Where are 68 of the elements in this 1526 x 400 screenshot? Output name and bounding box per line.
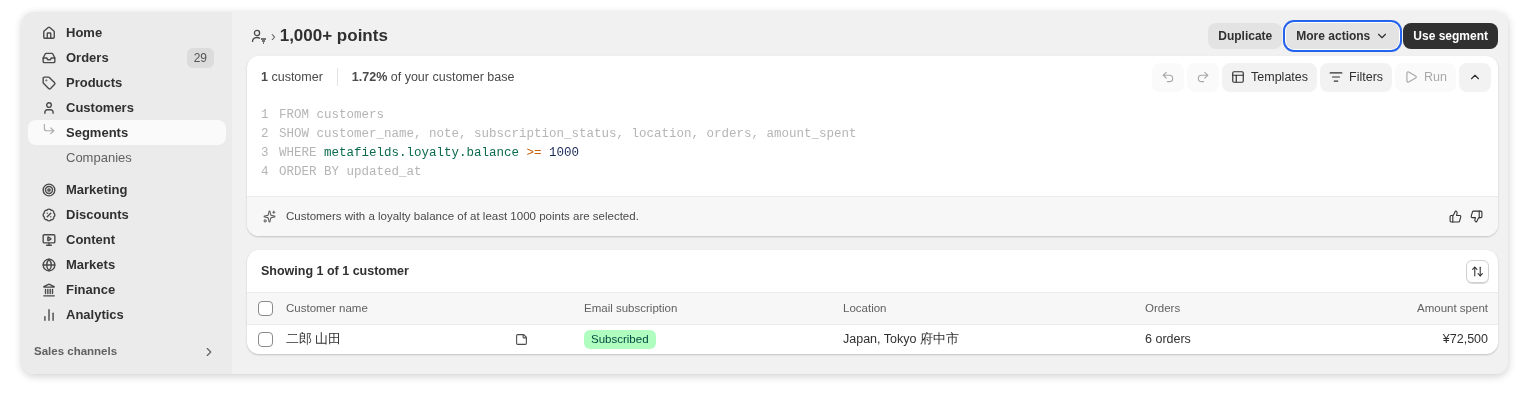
column-header: Customer name: [286, 300, 369, 316]
bank-icon: [42, 282, 56, 297]
line-number: 2: [261, 126, 270, 143]
nav-item[interactable]: Discounts: [28, 202, 226, 227]
percent-badge-icon: [42, 207, 56, 222]
column-header: Email subscription: [584, 300, 679, 316]
monitor-icon: [42, 232, 56, 247]
template-icon: [1231, 70, 1246, 84]
play-icon: [1404, 70, 1419, 84]
code-line: FROM customers: [279, 107, 385, 124]
sort-icon: [1471, 264, 1484, 278]
bar-chart-icon: [42, 307, 56, 322]
checkbox[interactable]: [258, 301, 273, 316]
count-badge: 29: [186, 47, 214, 68]
status-badge: Subscribed: [584, 329, 656, 350]
nav-item[interactable]: Products: [28, 70, 226, 95]
redo-icon: [1196, 70, 1211, 84]
connector-icon: [42, 121, 56, 136]
nav-item[interactable]: Home: [28, 20, 226, 45]
column-header: Orders: [1145, 300, 1182, 316]
table-cell-text: Japan, Tokyo 府中市: [843, 331, 960, 349]
person-icon: [42, 100, 56, 115]
code-line: SHOW customer_name, note, subscription_status, location, orders, amount_spent: [279, 126, 857, 143]
action-button[interactable]: Duplicate: [1208, 23, 1283, 49]
explanation-text: Customers with a loyalty balance of at least 1000 points are selected.: [286, 208, 639, 224]
filter-icon: [1329, 70, 1344, 84]
code-line: WHERE metafields.loyalty.balance >= 1000: [279, 145, 580, 162]
sparkle-icon: [263, 210, 276, 223]
column-header: Amount spent: [1417, 300, 1488, 316]
nav-item[interactable]: Markets: [28, 252, 226, 277]
table-cell-text: 二郎 山田: [286, 331, 342, 349]
nav-item[interactable]: Content: [28, 227, 226, 252]
inbox-icon: [42, 50, 56, 65]
nav-item[interactable]: Customers: [28, 95, 226, 120]
target-icon: [42, 182, 56, 197]
tag-icon: [42, 75, 56, 90]
nav-subitem[interactable]: Segments: [28, 120, 226, 145]
section-header[interactable]: Sales channels: [28, 343, 226, 361]
line-number: 3: [261, 145, 270, 162]
person-filter-icon: [251, 28, 267, 44]
table-cell-text: ¥72,500: [1442, 331, 1488, 349]
nav-item[interactable]: Analytics: [28, 302, 226, 327]
action-button[interactable]: More actions: [1286, 23, 1400, 49]
table-row[interactable]: 二郎 山田 Subscribed Japan, Tokyo 府中市 6 orders ¥72,500: [247, 325, 1498, 354]
nav-item[interactable]: Orders 29: [28, 45, 226, 70]
toolbar-button[interactable]: Filters: [1320, 62, 1393, 92]
thumbs-up-icon[interactable]: [1449, 210, 1462, 223]
globe-icon: [42, 257, 56, 272]
action-button[interactable]: Use segment: [1403, 23, 1498, 49]
table-cell-text: 6 orders: [1145, 331, 1192, 349]
breadcrumb-separator: ›: [271, 26, 276, 46]
column-header: Location: [843, 300, 888, 316]
nav-item[interactable]: Marketing: [28, 177, 226, 202]
undo-icon: [1161, 70, 1176, 84]
page-title: 1,000+ points: [279, 25, 388, 48]
thumbs-down-icon[interactable]: [1470, 210, 1483, 223]
checkbox[interactable]: [258, 332, 273, 347]
code-line: ORDER BY updated_at: [279, 164, 422, 181]
results-title: Showing 1 of 1 customer: [261, 262, 409, 280]
summary-text: 1 customer: [261, 68, 323, 86]
summary-text: 1.72% of your customer base: [336, 67, 515, 87]
toolbar-button[interactable]: Templates: [1222, 62, 1318, 92]
line-number: 4: [261, 164, 270, 181]
sort-button[interactable]: [1466, 259, 1489, 283]
line-number: 1: [261, 107, 270, 124]
nav-subitem[interactable]: Companies: [28, 145, 226, 170]
home-icon: [42, 25, 56, 40]
nav-item[interactable]: Finance: [28, 277, 226, 302]
